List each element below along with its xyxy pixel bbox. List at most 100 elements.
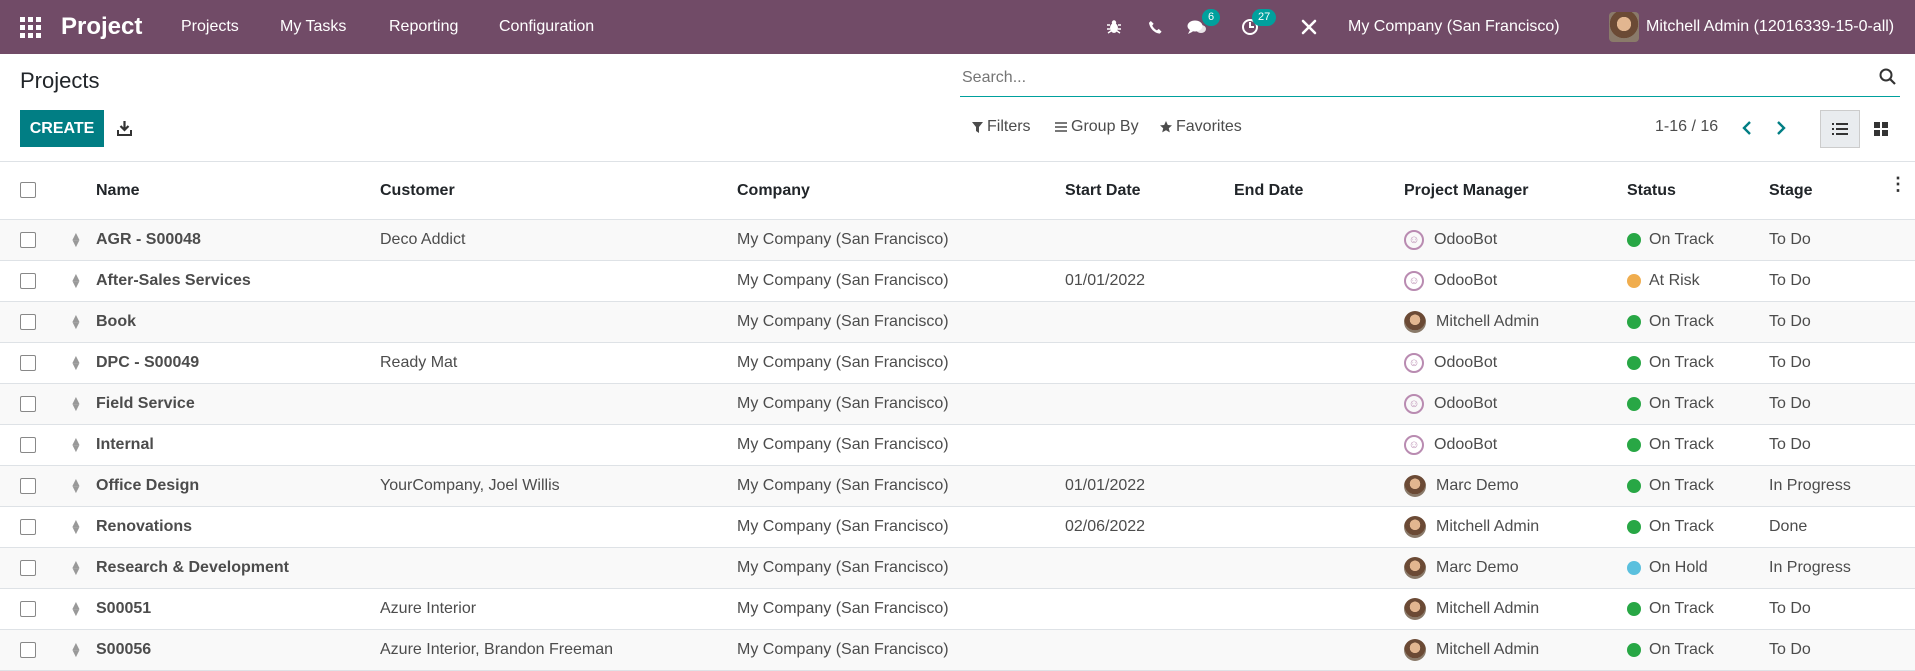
project-customer[interactable] (380, 301, 737, 343)
project-status-cell[interactable]: On Track (1627, 588, 1769, 630)
project-company[interactable]: My Company (San Francisco) (737, 301, 1065, 343)
project-status-cell[interactable]: On Track (1627, 506, 1769, 548)
drag-handle-icon[interactable]: ▲ ▼ (56, 547, 96, 589)
row-select-cell[interactable] (0, 383, 56, 425)
project-stage[interactable]: To Do (1769, 383, 1915, 425)
row-select-cell[interactable] (0, 424, 56, 466)
project-stage[interactable]: In Progress (1769, 465, 1915, 507)
table-row[interactable]: ▲ ▼ Book My Company (San Francisco) Mitchell… (0, 301, 1915, 343)
project-stage[interactable]: To Do (1769, 219, 1915, 261)
app-title[interactable]: Project (61, 0, 142, 54)
project-status-cell[interactable]: On Hold (1627, 547, 1769, 589)
row-select-cell[interactable] (0, 301, 56, 343)
table-row[interactable]: ▲ ▼ DPC - S00049 Ready Mat My Company (San F… (0, 342, 1915, 384)
menu-projects[interactable]: Projects (181, 0, 239, 54)
project-end-date[interactable] (1234, 465, 1404, 507)
drag-handle-icon[interactable]: ▲ ▼ (56, 629, 96, 671)
row-select-cell[interactable] (0, 506, 56, 548)
search-icon[interactable] (1879, 68, 1896, 90)
project-start-date[interactable] (1065, 219, 1234, 261)
row-select-cell[interactable] (0, 219, 56, 261)
row-checkbox[interactable] (20, 395, 36, 412)
menu-reporting[interactable]: Reporting (389, 0, 458, 54)
table-row[interactable]: ▲ ▼ Renovations My Company (San Francisco) 0… (0, 506, 1915, 548)
project-start-date[interactable] (1065, 383, 1234, 425)
project-status-cell[interactable]: At Risk (1627, 260, 1769, 302)
drag-handle-icon[interactable]: ▲ ▼ (56, 424, 96, 466)
drag-handle-icon[interactable]: ▲ ▼ (56, 260, 96, 302)
project-end-date[interactable] (1234, 424, 1404, 466)
row-checkbox[interactable] (20, 231, 36, 248)
project-customer[interactable] (380, 424, 737, 466)
table-row[interactable]: ▲ ▼ S00051 Azure Interior My Company (San Fr… (0, 588, 1915, 630)
project-stage[interactable]: To Do (1769, 260, 1915, 302)
project-company[interactable]: My Company (San Francisco) (737, 465, 1065, 507)
project-company[interactable]: My Company (San Francisco) (737, 506, 1065, 548)
pager-next-button[interactable] (1771, 116, 1791, 140)
project-company[interactable]: My Company (San Francisco) (737, 547, 1065, 589)
table-row[interactable]: ▲ ▼ Office Design YourCompany, Joel Willis M… (0, 465, 1915, 507)
project-start-date[interactable] (1065, 424, 1234, 466)
project-stage[interactable]: Done (1769, 506, 1915, 548)
create-button[interactable]: CREATE (20, 110, 104, 147)
project-end-date[interactable] (1234, 260, 1404, 302)
row-checkbox[interactable] (20, 436, 36, 453)
user-menu[interactable]: Mitchell Admin (12016339-15-0-all) (1646, 0, 1894, 54)
drag-handle-icon[interactable]: ▲ ▼ (56, 301, 96, 343)
kanban-view-button[interactable] (1861, 110, 1901, 148)
drag-handle-icon[interactable]: ▲ ▼ (56, 465, 96, 507)
drag-handle-icon[interactable]: ▲ ▼ (56, 506, 96, 548)
drag-handle-icon[interactable]: ▲ ▼ (56, 383, 96, 425)
menu-my-tasks[interactable]: My Tasks (280, 0, 346, 54)
favorites-dropdown[interactable]: Favorites (1160, 118, 1242, 136)
project-status-cell[interactable]: On Track (1627, 465, 1769, 507)
column-header-status[interactable]: Status (1627, 162, 1769, 220)
row-checkbox[interactable] (20, 272, 36, 289)
project-company[interactable]: My Company (San Francisco) (737, 629, 1065, 671)
project-company[interactable]: My Company (San Francisco) (737, 219, 1065, 261)
project-customer[interactable]: Deco Addict (380, 219, 737, 261)
project-status-cell[interactable]: On Track (1627, 424, 1769, 466)
menu-configuration[interactable]: Configuration (499, 0, 594, 54)
select-all-cell[interactable] (0, 162, 56, 220)
project-manager-cell[interactable]: Mitchell Admin (1404, 301, 1627, 343)
project-name[interactable]: Research & Development (96, 547, 380, 589)
project-status-cell[interactable]: On Track (1627, 629, 1769, 671)
project-end-date[interactable] (1234, 506, 1404, 548)
project-customer[interactable]: Azure Interior, Brandon Freeman (380, 629, 737, 671)
project-customer[interactable]: Azure Interior (380, 588, 737, 630)
select-all-checkbox[interactable] (20, 182, 36, 199)
row-select-cell[interactable] (0, 465, 56, 507)
project-manager-cell[interactable]: Mitchell Admin (1404, 588, 1627, 630)
row-select-cell[interactable] (0, 629, 56, 671)
project-name[interactable]: Renovations (96, 506, 380, 548)
drag-handle-icon[interactable]: ▲ ▼ (56, 588, 96, 630)
column-header-end-date[interactable]: End Date (1234, 162, 1404, 220)
column-header-project-manager[interactable]: Project Manager (1404, 162, 1627, 220)
row-checkbox[interactable] (20, 477, 36, 494)
column-header-start-date[interactable]: Start Date (1065, 162, 1234, 220)
table-row[interactable]: ▲ ▼ AGR - S00048 Deco Addict My Company (San… (0, 219, 1915, 261)
project-end-date[interactable] (1234, 588, 1404, 630)
project-end-date[interactable] (1234, 219, 1404, 261)
project-manager-cell[interactable]: ☺ OdooBot (1404, 383, 1627, 425)
project-customer[interactable]: Ready Mat (380, 342, 737, 384)
project-stage[interactable]: To Do (1769, 629, 1915, 671)
drag-handle-icon[interactable]: ▲ ▼ (56, 342, 96, 384)
project-company[interactable]: My Company (San Francisco) (737, 342, 1065, 384)
project-manager-cell[interactable]: ☺ OdooBot (1404, 260, 1627, 302)
project-status-cell[interactable]: On Track (1627, 219, 1769, 261)
row-checkbox[interactable] (20, 600, 36, 617)
project-stage[interactable]: In Progress (1769, 547, 1915, 589)
project-start-date[interactable]: 02/06/2022 (1065, 506, 1234, 548)
column-header-customer[interactable]: Customer (380, 162, 737, 220)
project-customer[interactable] (380, 260, 737, 302)
project-end-date[interactable] (1234, 629, 1404, 671)
project-name[interactable]: DPC - S00049 (96, 342, 380, 384)
project-stage[interactable]: To Do (1769, 424, 1915, 466)
row-checkbox[interactable] (20, 354, 36, 371)
project-start-date[interactable]: 01/01/2022 (1065, 260, 1234, 302)
row-select-cell[interactable] (0, 588, 56, 630)
table-row[interactable]: ▲ ▼ Internal My Company (San Francisco) ☺ Odo… (0, 424, 1915, 466)
project-manager-cell[interactable]: ☺ OdooBot (1404, 424, 1627, 466)
